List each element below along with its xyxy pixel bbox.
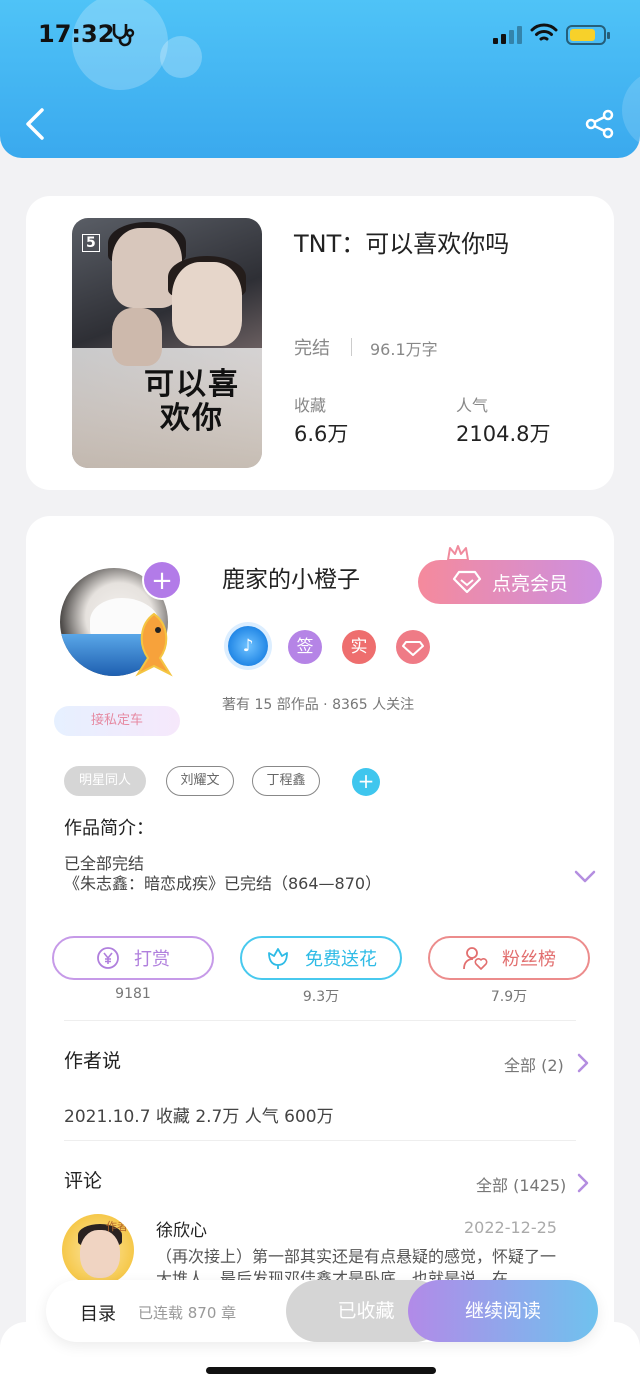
continue-reading-button[interactable]: 继续阅读 [408, 1280, 598, 1342]
reward-button[interactable]: 打赏 [52, 936, 214, 980]
fans-ranking-button[interactable]: 粉丝榜 [428, 936, 590, 980]
cover-number: 5 [82, 234, 100, 252]
chapter-count: 已连载 870 章 [138, 1304, 237, 1322]
intro-title: 作品简介： [64, 818, 154, 839]
chevron-right-icon[interactable] [576, 1052, 590, 1074]
back-button[interactable] [22, 106, 50, 142]
book-cover[interactable]: 5 可以喜欢你 [72, 218, 262, 468]
fans-label: 粉丝榜 [502, 949, 556, 970]
author-label: 作者 [106, 1220, 128, 1233]
share-button[interactable] [584, 108, 616, 140]
status-time: 17:32 [38, 20, 115, 48]
fans-count: 7.9万 [490, 989, 528, 1005]
chevron-right-icon[interactable] [576, 1172, 590, 1194]
comment-date: 2022-12-25 [464, 1218, 557, 1237]
popularity-label: 人气 [456, 396, 489, 415]
author-name[interactable]: 鹿家的小橙子 [222, 560, 360, 594]
user-heart-icon [463, 947, 488, 970]
diamond-icon [452, 570, 482, 594]
diamond-glyph [402, 641, 424, 656]
tag-item[interactable]: 明星同人 [64, 766, 146, 796]
flower-count: 9.3万 [302, 989, 340, 1005]
music-note-icon[interactable]: ♪ [228, 626, 268, 666]
decor-bubble [160, 36, 202, 78]
toc-button[interactable]: 目录 [80, 1300, 116, 1326]
divider [64, 1140, 576, 1141]
chevron-down-icon[interactable] [574, 870, 596, 884]
signal-icon [493, 26, 522, 44]
add-tag-button[interactable]: + [352, 768, 380, 796]
flower-label: 免费送花 [305, 949, 377, 970]
commenter-name[interactable]: 徐欣心 [156, 1216, 207, 1241]
book-status: 完结 [294, 338, 330, 359]
real-badge[interactable]: 实 [342, 630, 376, 664]
tag-item[interactable]: 刘耀文 [166, 766, 234, 796]
author-stats: 著有 15 部作品 · 8365 人关注 [222, 697, 415, 713]
vip-button[interactable]: 点亮会员 [418, 560, 602, 604]
author-says-title: 作者说 [64, 1050, 122, 1072]
reward-label: 打赏 [134, 949, 170, 970]
decor-bubble [622, 70, 640, 150]
home-indicator [206, 1367, 436, 1374]
diamond-icon[interactable] [396, 630, 430, 664]
commenter-avatar[interactable]: 作者 [62, 1214, 134, 1286]
send-flower-button[interactable]: 免费送花 [240, 936, 402, 980]
yen-icon [97, 947, 119, 969]
book-info-card: 5 可以喜欢你 TNT：可以喜欢你吗 完结 96.1万字 收藏 6.6万 人气 … [26, 196, 614, 490]
wifi-icon [530, 23, 558, 41]
divider [64, 1020, 576, 1021]
comments-title: 评论 [64, 1170, 103, 1192]
divider [351, 338, 352, 356]
follow-plus-button[interactable]: + [142, 560, 182, 600]
favorites-value: 6.6万 [294, 422, 349, 446]
popularity-value: 2104.8万 [456, 422, 551, 446]
vip-button-label: 点亮会员 [491, 572, 568, 595]
tag-item[interactable]: 丁程鑫 [252, 766, 320, 796]
koi-fish-icon [135, 612, 173, 677]
author-says-text[interactable]: 2021.10.7 收藏 2.7万 人气 600万 [64, 1102, 334, 1127]
cover-title-art: 可以喜欢你 [144, 367, 240, 436]
word-count: 96.1万字 [370, 340, 438, 359]
comments-all-link[interactable]: 全部 (1425) [476, 1172, 566, 1196]
detail-card: + 接私定车 鹿家的小橙子 点亮会员 ♪ 签 实 著有 15 部作品 · 836… [26, 516, 614, 1388]
stethoscope-icon [112, 24, 135, 47]
sign-badge[interactable]: 签 [288, 630, 322, 664]
flower-icon [268, 948, 288, 969]
bottom-bar: 目录 已连载 870 章 已收藏 继续阅读 [46, 1280, 598, 1342]
author-says-all-link[interactable]: 全部 (2) [504, 1052, 564, 1076]
book-title: TNT：可以喜欢你吗 [294, 230, 510, 258]
battery-icon [566, 25, 610, 45]
header: 17:32 [0, 0, 640, 158]
avatar-tag: 接私定车 [54, 706, 180, 736]
favorites-label: 收藏 [294, 396, 327, 415]
intro-text: 《朱志鑫：暗恋成疾》已完结（864—870） [64, 874, 382, 893]
reward-count: 9181 [115, 986, 151, 1002]
